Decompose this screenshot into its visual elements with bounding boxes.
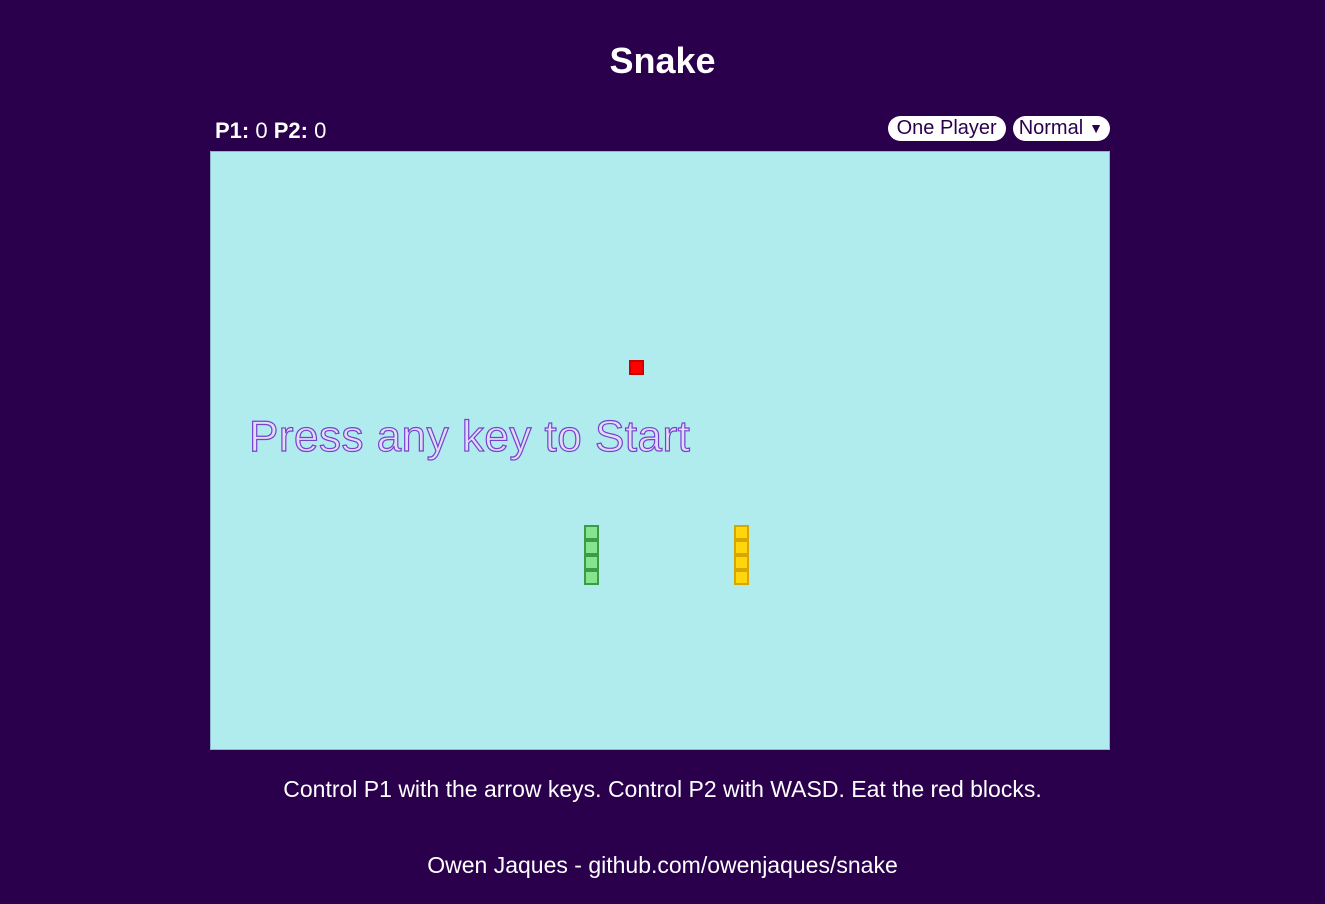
game-board[interactable]: Press any key to Start <box>210 151 1110 750</box>
player2-snake-segment <box>734 525 749 540</box>
p1-score-label: P1: <box>215 118 250 143</box>
player2-snake-segment <box>734 555 749 570</box>
player1-snake-segment <box>584 525 599 540</box>
start-message: Press any key to Start <box>248 411 691 461</box>
instructions-text: Control P1 with the arrow keys. Control … <box>283 776 1042 802</box>
player1-snake-segment <box>584 555 599 570</box>
footer-credit: Owen Jaques - github.com/owenjaques/snak… <box>427 852 898 878</box>
player1-snake-segment <box>584 570 599 585</box>
game-controls: One Player Normal ▼ <box>887 116 1110 141</box>
scoreboard: P1: 0 P2: 0 <box>215 118 326 144</box>
chevron-down-icon: ▼ <box>1089 120 1103 136</box>
p1-score-value: 0 <box>255 118 268 143</box>
game-topbar: P1: 0 P2: 0 One Player Normal ▼ <box>210 114 1110 148</box>
page: Snake P1: 0 P2: 0 One Player Normal ▼ Pr… <box>0 0 1325 904</box>
player2-snake-segment <box>734 570 749 585</box>
player1-snake-segment <box>584 540 599 555</box>
player-mode-button[interactable]: One Player <box>887 116 1006 141</box>
player2-snake-segment <box>734 540 749 555</box>
food-block <box>629 360 644 375</box>
p2-score-value: 0 <box>314 118 327 143</box>
page-title: Snake <box>609 40 716 81</box>
p2-score-label: P2: <box>273 118 308 143</box>
difficulty-select[interactable]: Normal ▼ <box>1012 116 1110 141</box>
difficulty-select-value: Normal <box>1018 117 1084 139</box>
